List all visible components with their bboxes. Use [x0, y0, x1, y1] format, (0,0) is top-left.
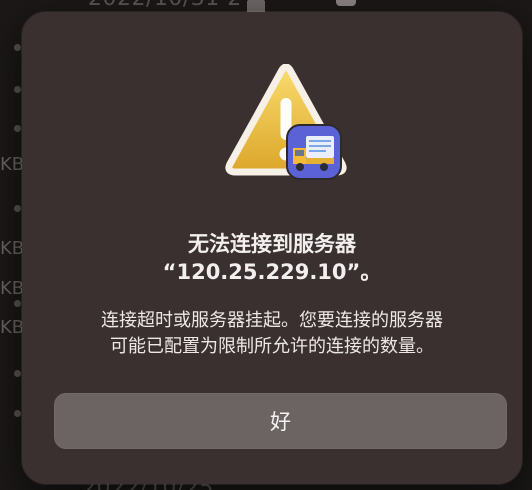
background-size-unit: KB [0, 317, 25, 338]
alert-title-line: 无法连接到服务器 [188, 232, 356, 256]
background-row-marker [14, 44, 21, 51]
background-size-unit: KB [0, 154, 25, 175]
background-size-unit: KB [0, 278, 25, 299]
background-row-marker [14, 125, 21, 132]
alert-title-server-address: “120.25.229.10”。 [162, 260, 382, 284]
connection-error-alert-dialog: 无法连接到服务器 “120.25.229.10”。 连接超时或服务器挂起。您要连… [22, 12, 522, 484]
alert-icon-group [222, 63, 352, 194]
background-row-marker [14, 86, 21, 93]
alert-title: 无法连接到服务器 “120.25.229.10”。 [22, 230, 522, 286]
background-size-unit: KB [0, 238, 25, 259]
alert-message-line: 连接超时或服务器挂起。您要连接的服务器 [101, 310, 443, 331]
alert-message-line: 可能已配置为限制所允许的连接的数量。 [110, 336, 434, 357]
alert-message: 连接超时或服务器挂起。您要连接的服务器 可能已配置为限制所允许的连接的数量。 [42, 308, 502, 360]
background-row-marker [14, 300, 21, 307]
delivery-truck-app-icon [286, 124, 342, 180]
background-row-marker [14, 370, 21, 377]
background-row-marker [14, 410, 21, 417]
background-row-marker [14, 205, 21, 212]
background-date-row: 2022/10/31 2 [88, 0, 242, 11]
ok-button[interactable]: 好 [54, 393, 507, 449]
background-control-knob [336, 0, 356, 6]
